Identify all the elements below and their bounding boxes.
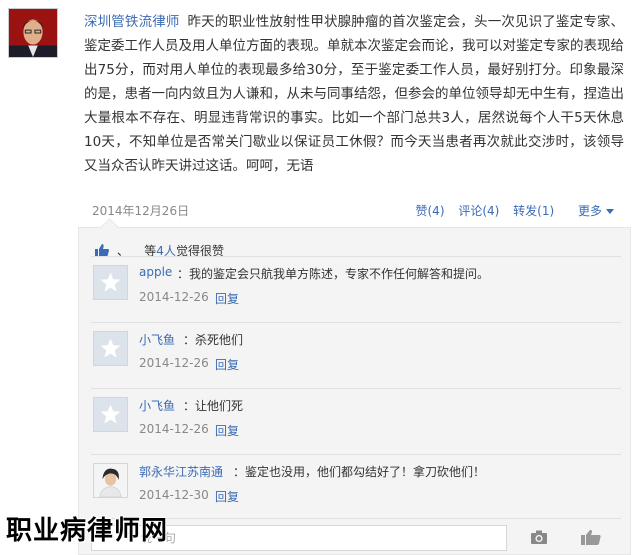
reply-bar: 说一句 xyxy=(91,518,621,552)
watermark-logo: 职业病律师网 xyxy=(6,516,169,546)
comment-date: 2014-12-30 xyxy=(139,488,209,502)
comment-item: 小飞鱼 ：让他们死 2014-12-26 回复 xyxy=(91,388,621,454)
comments-panel: 、 等4人觉得很赞 apple ：我的鉴定会只航我单方陈述，专家不作任何解答和提… xyxy=(78,227,631,555)
post: 深圳管铁流律师 昨天的职业性放射性甲状腺肿瘤的首次鉴定会，头一次见识了鉴定专家、鉴… xyxy=(84,10,624,178)
comment-date: 2014-12-26 xyxy=(139,422,209,436)
comment-item: 郭永华江苏南通 ：鉴定也没用，他们都勾结好了！拿刀砍他们！ 2014-12-30… xyxy=(91,454,621,520)
more-label: 更多 xyxy=(577,204,602,218)
default-avatar-icon[interactable] xyxy=(93,331,128,366)
comment-reply-link[interactable]: 回复 xyxy=(215,290,239,307)
repost-button[interactable]: 转发(1) xyxy=(513,204,554,218)
author-avatar[interactable] xyxy=(8,8,58,58)
comment-reply-link[interactable]: 回复 xyxy=(215,422,239,439)
default-avatar-icon[interactable] xyxy=(93,397,128,432)
hand-icon[interactable] xyxy=(567,525,615,551)
comment-text: ：杀死他们 xyxy=(183,333,244,347)
post-actions: 赞(4) 评论(4) 转发(1) 更多 xyxy=(406,202,614,219)
chevron-down-icon xyxy=(606,209,614,214)
comment-date: 2014-12-26 xyxy=(139,290,209,304)
post-author-link[interactable]: 深圳管铁流律师 xyxy=(84,14,180,30)
comment-button[interactable]: 评论(4) xyxy=(458,204,499,218)
comment-user-link[interactable]: apple xyxy=(139,265,172,279)
comment-user-link[interactable]: 郭永华江苏南通 xyxy=(139,463,223,480)
comment-reply-link[interactable]: 回复 xyxy=(215,488,239,505)
more-button[interactable]: 更多 xyxy=(568,204,614,218)
comment-reply-link[interactable]: 回复 xyxy=(215,356,239,373)
post-date: 2014年12月26日 xyxy=(92,204,190,218)
comment-item: 小飞鱼 ：杀死他们 2014-12-26 回复 xyxy=(91,322,621,388)
comment-user-link[interactable]: 小飞鱼 xyxy=(139,397,175,414)
comment-date: 2014-12-26 xyxy=(139,356,209,370)
comment-item: apple ：我的鉴定会只航我单方陈述，专家不作任何解答和提问。 2014-12… xyxy=(91,256,621,322)
like-button[interactable]: 赞(4) xyxy=(416,204,445,218)
comment-text: ：我的鉴定会只航我单方陈述，专家不作任何解答和提问。 xyxy=(177,267,490,281)
default-avatar-icon[interactable] xyxy=(93,265,128,300)
camera-icon[interactable] xyxy=(515,525,563,551)
user-avatar[interactable] xyxy=(93,463,128,498)
post-text: 昨天的职业性放射性甲状腺肿瘤的首次鉴定会，头一次见识了鉴定专家、鉴定委工作人员及… xyxy=(84,14,625,174)
comment-text: ：让他们死 xyxy=(183,399,244,413)
post-footer: 2014年12月26日 赞(4) 评论(4) 转发(1) 更多 xyxy=(92,199,622,223)
comment-text: ：鉴定也没用，他们都勾结好了！拿刀砍他们！ xyxy=(233,465,486,479)
comment-user-link[interactable]: 小飞鱼 xyxy=(139,331,175,348)
post-body: 深圳管铁流律师 昨天的职业性放射性甲状腺肿瘤的首次鉴定会，头一次见识了鉴定专家、鉴… xyxy=(84,10,624,178)
